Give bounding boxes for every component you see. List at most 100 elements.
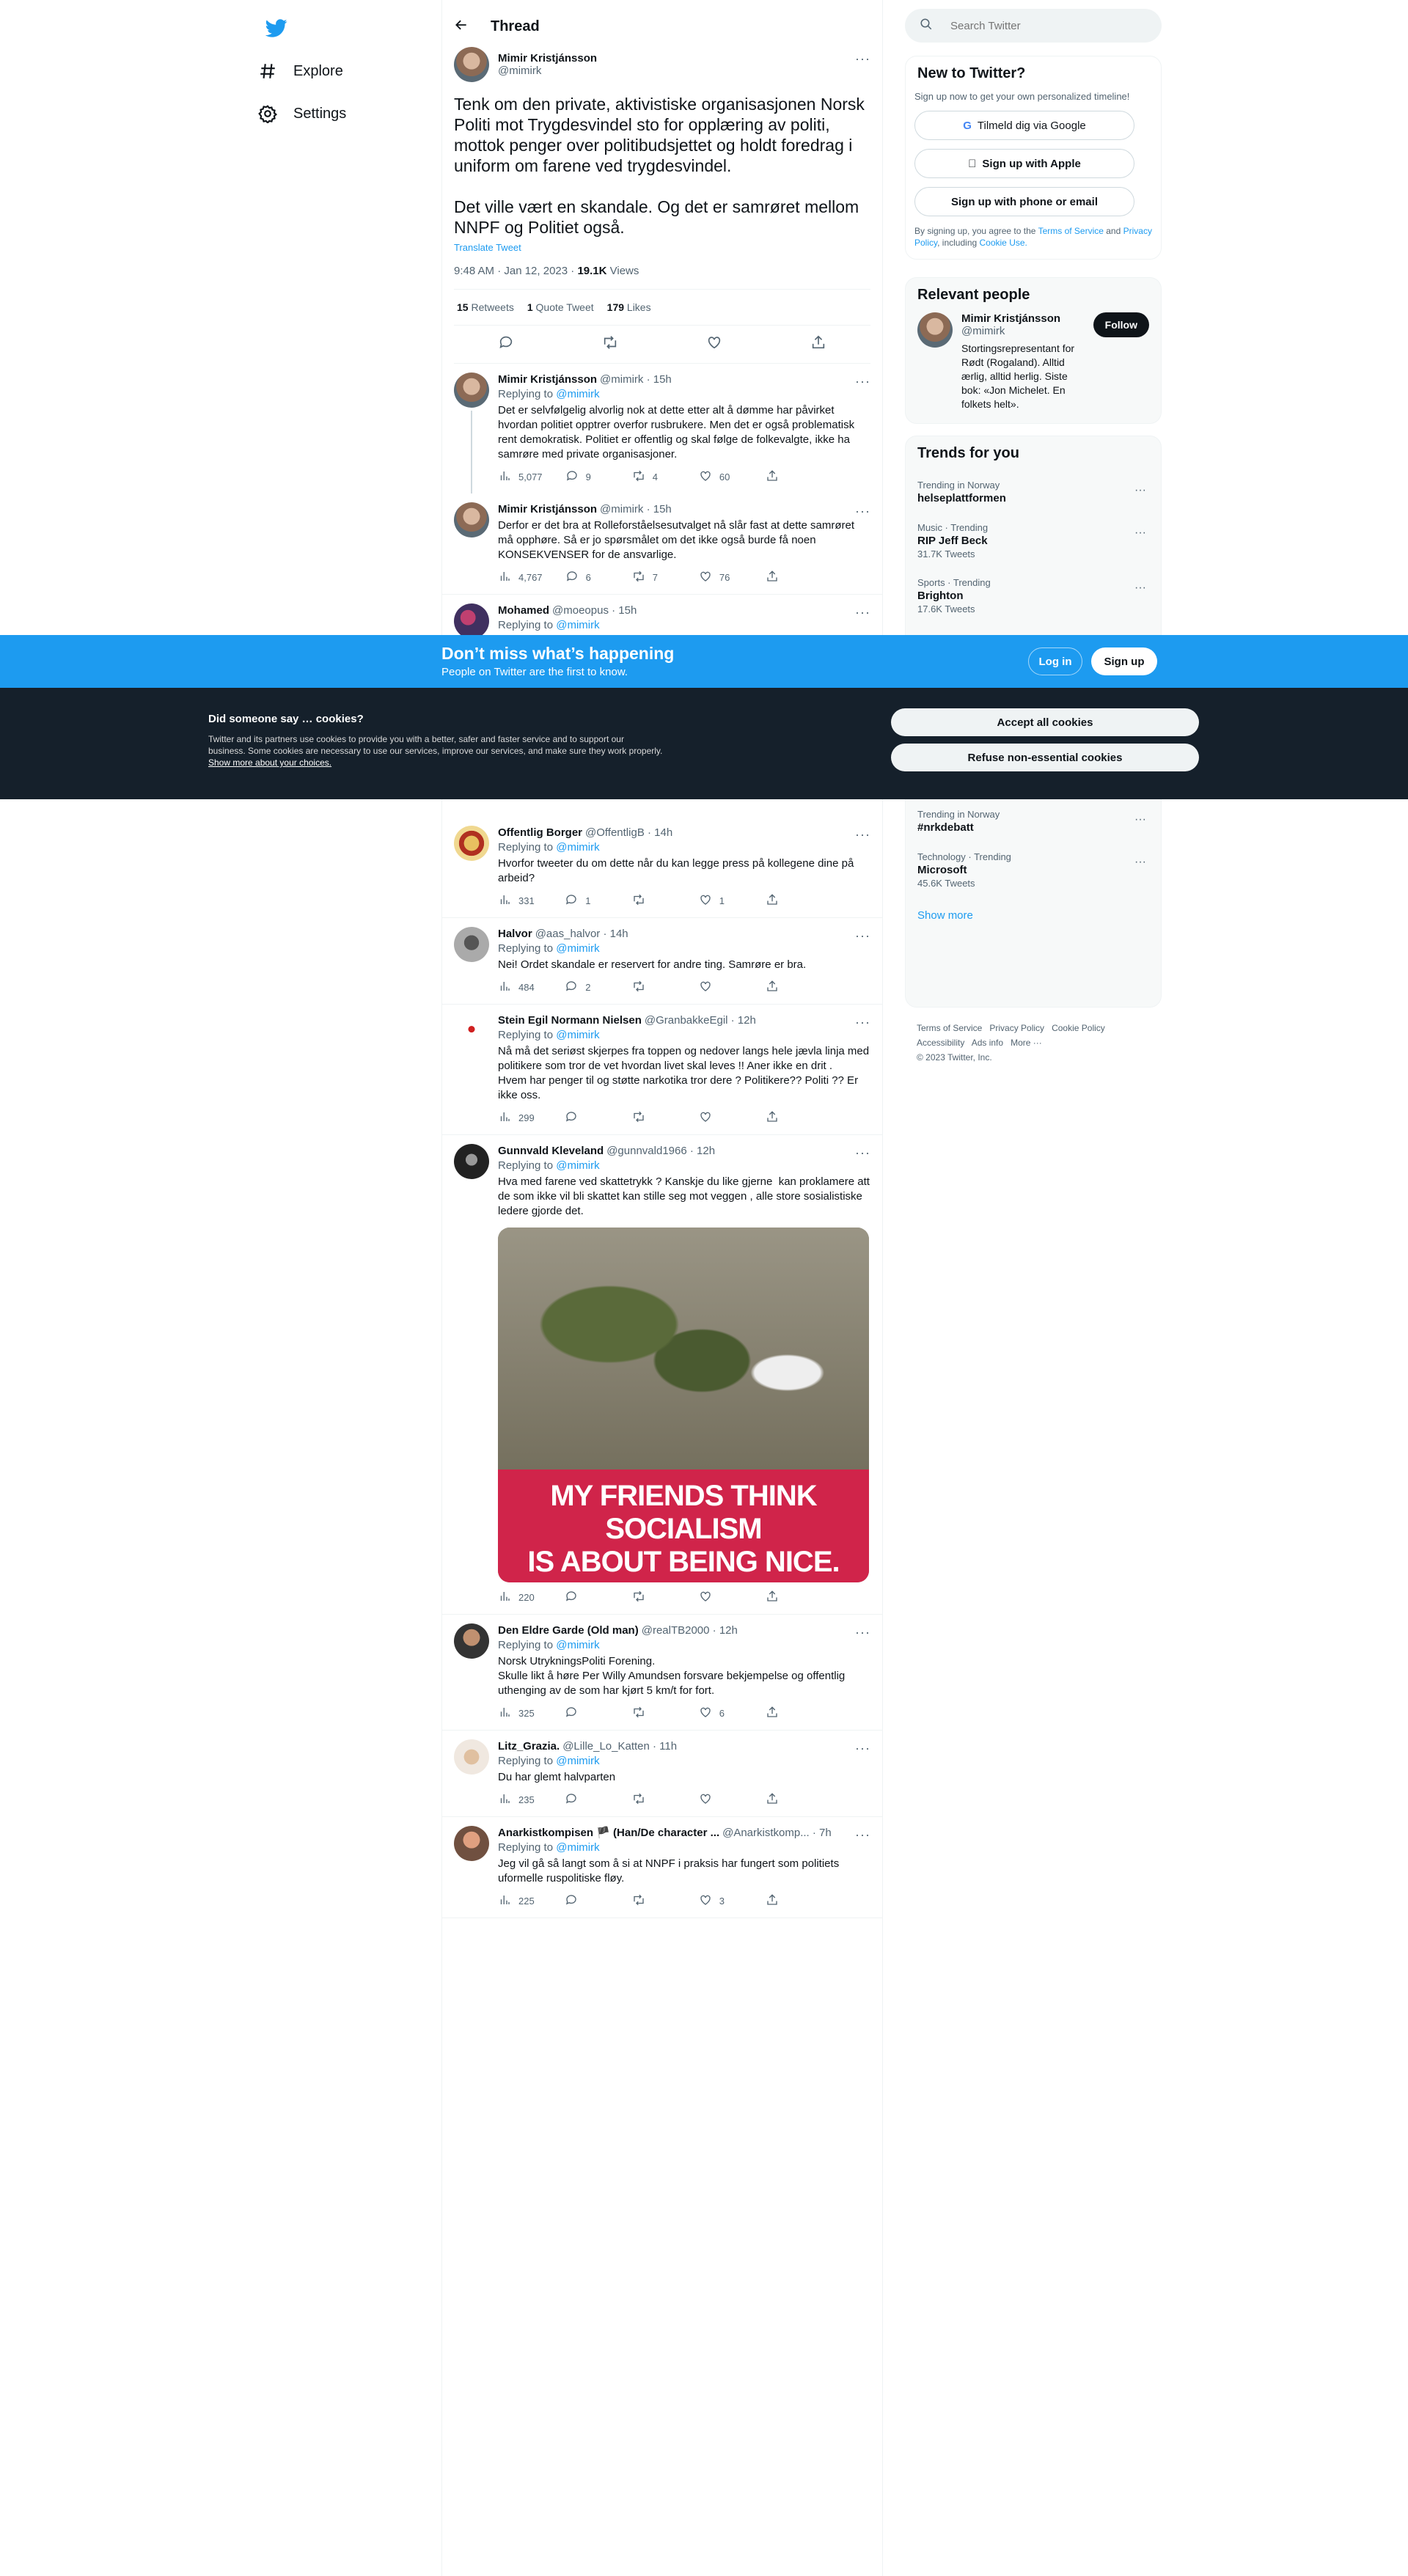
retweet-button[interactable] — [632, 980, 676, 995]
more-icon[interactable]: ··· — [855, 1625, 870, 1640]
retweets-stat[interactable]: 15 Retweets — [457, 301, 514, 313]
quotes-stat[interactable]: 1 Quote Tweet — [527, 301, 594, 313]
share-button[interactable] — [766, 1706, 810, 1721]
avatar[interactable] — [454, 502, 489, 537]
google-signup-button[interactable]: G Tilmeld dig via Google — [914, 111, 1134, 140]
avatar[interactable] — [454, 1013, 489, 1049]
avatar[interactable] — [454, 1144, 489, 1179]
avatar[interactable] — [454, 47, 489, 82]
reply-author-name[interactable]: Mimir Kristjánsson — [498, 373, 597, 387]
like-button[interactable] — [699, 1590, 743, 1605]
reply-button[interactable] — [565, 1792, 609, 1808]
replying-to-link[interactable]: @mimirk — [556, 1639, 599, 1651]
nav-settings[interactable]: Settings — [258, 95, 346, 132]
terms-link[interactable]: Terms of Service — [1038, 226, 1104, 236]
like-icon[interactable] — [706, 334, 722, 354]
reply-button[interactable] — [565, 1706, 609, 1721]
reply-author-name[interactable]: Mohamed — [498, 603, 549, 618]
footer-more[interactable]: More ··· — [1011, 1038, 1042, 1048]
signup-button[interactable]: Sign up — [1091, 647, 1157, 675]
twitter-logo-icon[interactable] — [255, 15, 287, 41]
avatar[interactable] — [454, 1826, 489, 1861]
more-icon[interactable]: ··· — [855, 1827, 870, 1843]
share-icon[interactable] — [810, 334, 826, 354]
reply-handle[interactable]: @OffentligB · 14h — [585, 826, 672, 840]
share-button[interactable] — [766, 893, 810, 909]
follow-button[interactable]: Follow — [1093, 312, 1149, 337]
replying-to-link[interactable]: @mimirk — [556, 1029, 599, 1041]
views-button[interactable]: 4,767 — [498, 570, 543, 585]
refuse-cookies-button[interactable]: Refuse non-essential cookies — [891, 744, 1199, 771]
avatar[interactable] — [454, 1623, 489, 1659]
retweet-button[interactable]: 4 — [632, 469, 676, 485]
views-button[interactable]: 299 — [498, 1110, 542, 1126]
reply-tweet[interactable]: Offentlig Borger @OffentligB · 14h Replyin… — [442, 817, 882, 918]
like-button[interactable]: 60 — [699, 469, 743, 485]
reply-tweet[interactable]: Anarkistkompisen 🏴 (Han/De character ...… — [442, 1817, 882, 1918]
reply-handle[interactable]: @aas_halvor · 14h — [535, 927, 628, 942]
replying-to-link[interactable]: @mimirk — [556, 841, 599, 854]
reply-author-name[interactable]: Mimir Kristjánsson — [498, 502, 597, 517]
reply-author-name[interactable]: Litz_Grazia. — [498, 1739, 560, 1754]
like-button[interactable]: 6 — [699, 1706, 743, 1721]
retweet-button[interactable] — [632, 893, 676, 909]
share-button[interactable] — [766, 469, 810, 485]
replying-to-link[interactable]: @mimirk — [556, 1755, 599, 1767]
reply-handle[interactable]: @moeopus · 15h — [552, 603, 637, 618]
retweet-button[interactable] — [632, 1590, 676, 1605]
reply-author-name[interactable]: Gunnvald Kleveland — [498, 1144, 604, 1159]
retweet-button[interactable]: 7 — [632, 570, 676, 585]
more-icon[interactable]: ··· — [855, 605, 870, 620]
retweet-icon[interactable] — [602, 334, 618, 354]
more-icon[interactable]: ··· — [855, 51, 870, 67]
likes-stat[interactable]: 179 Likes — [607, 301, 651, 313]
share-button[interactable] — [766, 1590, 810, 1605]
author-handle[interactable]: @mimirk — [498, 65, 597, 77]
avatar[interactable] — [917, 312, 953, 348]
author-name[interactable]: Mimir Kristjánsson — [498, 52, 597, 65]
footer-accessibility[interactable]: Accessibility — [917, 1038, 964, 1048]
nav-explore[interactable]: Explore — [258, 53, 343, 89]
more-icon[interactable]: ··· — [855, 928, 870, 944]
avatar[interactable] — [454, 826, 489, 861]
avatar[interactable] — [454, 1739, 489, 1775]
avatar[interactable] — [454, 373, 489, 408]
avatar[interactable] — [454, 603, 489, 639]
views-button[interactable]: 325 — [498, 1706, 542, 1721]
replying-to-link[interactable]: @mimirk — [556, 942, 599, 955]
reply-author-name[interactable]: Anarkistkompisen 🏴 (Han/De character ... — [498, 1826, 719, 1841]
share-button[interactable] — [766, 980, 810, 995]
phone-signup-button[interactable]: Sign up with phone or email — [914, 187, 1134, 216]
like-button[interactable]: 3 — [699, 1893, 743, 1909]
views-button[interactable]: 225 — [498, 1893, 542, 1909]
views-button[interactable]: 484 — [498, 980, 542, 995]
search-input[interactable] — [950, 19, 1141, 32]
retweet-button[interactable] — [632, 1110, 676, 1126]
more-icon[interactable]: ··· — [855, 504, 870, 519]
more-icon[interactable]: ··· — [1134, 484, 1146, 497]
reply-tweet[interactable]: Halvor @aas_halvor · 14h Replying to @mimi… — [442, 918, 882, 1005]
reply-handle[interactable]: @mimirk · 15h — [600, 373, 672, 387]
retweet-button[interactable] — [632, 1893, 676, 1909]
reply-handle[interactable]: @gunnvald1966 · 12h — [606, 1144, 715, 1159]
more-icon[interactable]: ··· — [1134, 856, 1146, 869]
reply-tweet[interactable]: Mimir Kristjánsson @mimirk · 15h Derfor er… — [442, 493, 882, 595]
avatar[interactable] — [454, 927, 489, 962]
like-button[interactable] — [699, 980, 743, 995]
apple-signup-button[interactable]: Sign up with Apple — [914, 149, 1134, 178]
reply-button[interactable] — [565, 1110, 609, 1126]
timestamp[interactable]: 9:48 AM · Jan 12, 2023 · — [454, 265, 577, 277]
reply-button[interactable]: 6 — [565, 570, 609, 585]
reply-button[interactable]: 9 — [565, 469, 609, 485]
reply-author-name[interactable]: Stein Egil Normann Nielsen — [498, 1013, 642, 1028]
share-button[interactable] — [766, 1110, 810, 1126]
retweet-button[interactable] — [632, 1706, 676, 1721]
replying-to-link[interactable]: @mimirk — [556, 388, 599, 400]
reply-handle[interactable]: @realTB2000 · 12h — [642, 1623, 738, 1638]
reply-button[interactable]: 2 — [565, 980, 609, 995]
show-more-link[interactable]: Show more — [906, 898, 1161, 933]
more-icon[interactable]: ··· — [1134, 581, 1146, 595]
reply-author-name[interactable]: Den Eldre Garde (Old man) — [498, 1623, 639, 1638]
more-icon[interactable]: ··· — [855, 1145, 870, 1161]
trend-item[interactable]: Music · Trending RIP Jeff Beck 31.7K Tweet… — [906, 513, 1161, 568]
